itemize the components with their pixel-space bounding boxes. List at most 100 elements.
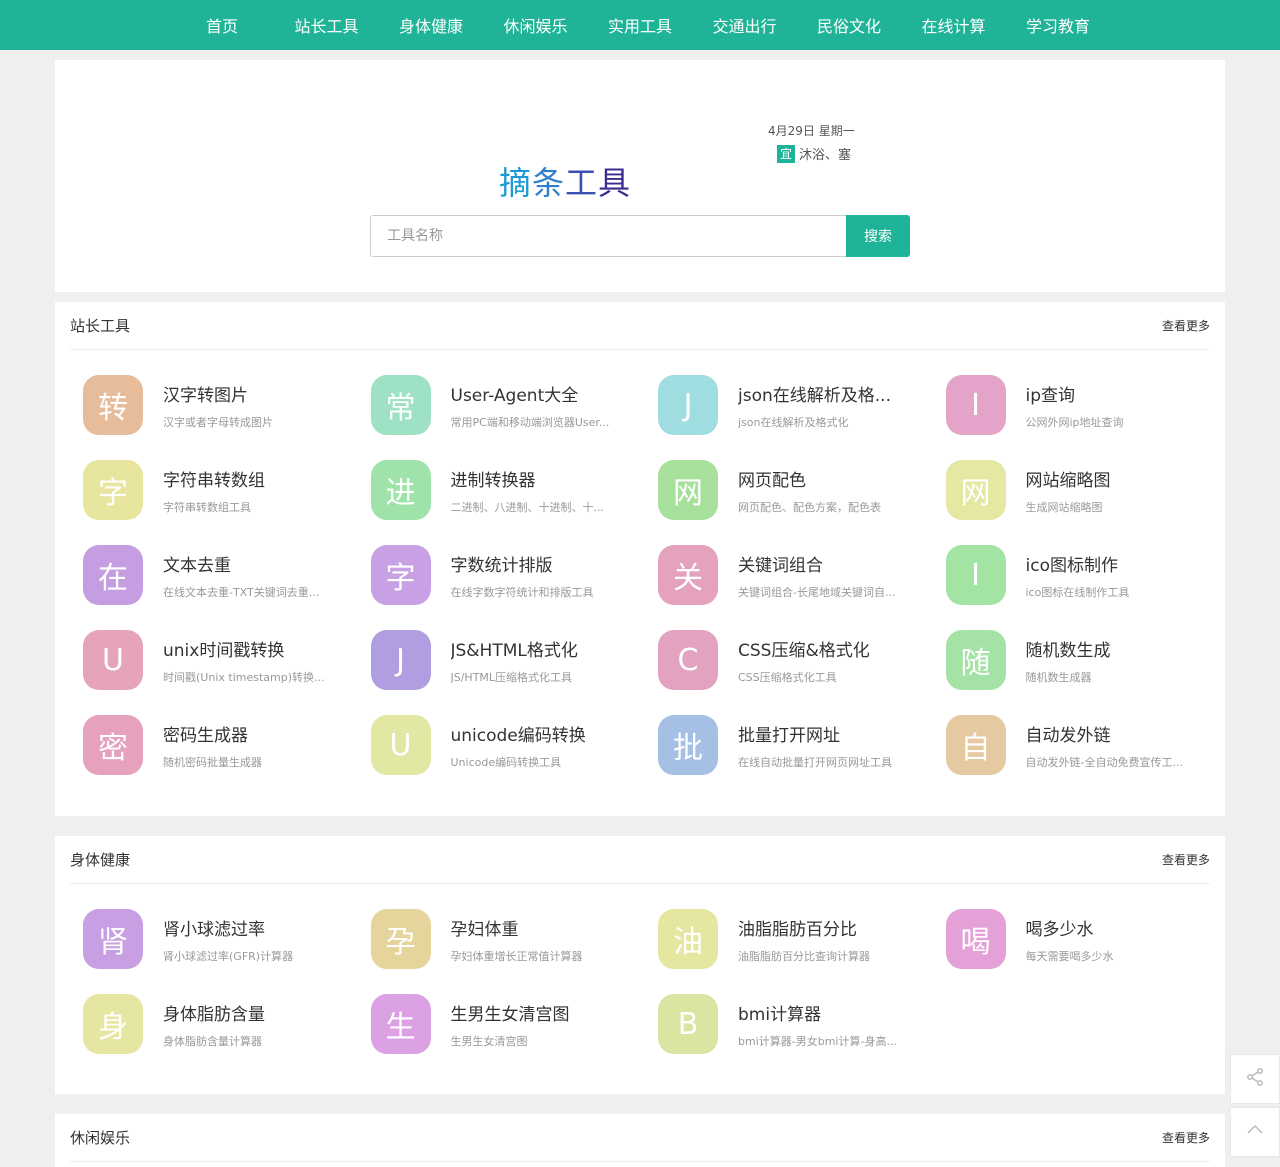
tool-card[interactable]: 在文本去重 在线文本去重-TXT关键词去重... — [83, 545, 371, 605]
chevron-up-icon — [1245, 1120, 1265, 1144]
tool-card[interactable]: 自自动发外链 自动发外链-全自动免费宣传工... — [945, 715, 1234, 775]
search-button[interactable]: 搜索 — [846, 215, 910, 257]
tool-card[interactable]: Iip查询 公网外网ip地址查询 — [945, 375, 1234, 435]
tool-card[interactable]: 网网站缩略图 生成网站缩略图 — [945, 460, 1234, 520]
tool-card[interactable]: 肾肾小球滤过率 肾小球滤过率(GFR)计算器 — [83, 909, 371, 969]
tool-description: 常用PC端和移动端浏览器User... — [450, 415, 610, 429]
tool-text: 字符串转数组字符串转数组工具 — [163, 466, 353, 515]
logo-char: 具 — [598, 164, 632, 202]
nav-item-utility[interactable]: 实用工具 — [588, 13, 693, 37]
tool-description: 关键词组合-长尾地域关键词自... — [738, 585, 896, 599]
tool-icon: 喝 — [945, 909, 1006, 969]
view-more-link[interactable]: 查看更多 — [1162, 1129, 1210, 1146]
tool-name: JS&HTML格式化 — [450, 640, 578, 661]
tool-name: ip查询 — [1025, 385, 1076, 406]
tool-card[interactable]: Iico图标制作 ico图标在线制作工具 — [945, 545, 1234, 605]
tool-name: 密码生成器 — [163, 725, 248, 746]
tool-name: 生男生女清宫图 — [450, 1004, 570, 1025]
nav-item-home[interactable]: 首页 — [170, 13, 275, 37]
tool-icon: 身 — [83, 994, 143, 1054]
tool-text: User-Agent大全常用PC端和移动端浏览器User... — [451, 381, 641, 430]
nav-item-webmaster-tools[interactable]: 站长工具 — [274, 13, 379, 37]
tool-card[interactable]: 生生男生女清宫图 生男生女清宫图 — [370, 994, 659, 1054]
tool-description: 在线自动批量打开网页网址工具 — [738, 755, 892, 769]
tool-card[interactable]: 喝喝多少水 每天需要喝多少水 — [945, 909, 1234, 969]
site-logo[interactable]: 摘条工具 — [499, 158, 631, 204]
tool-card[interactable]: C CSS压缩&格式化 CSS压缩格式化工具 — [658, 630, 946, 690]
tool-text: 网站缩略图 生成网站缩略图 — [1026, 466, 1216, 515]
tool-card[interactable]: 转汉字转图片汉字或者字母转成图片 — [83, 375, 371, 435]
tool-icon: 字 — [370, 545, 431, 605]
tool-card[interactable]: 字字符串转数组 字符串转数组工具 — [83, 460, 371, 520]
tool-text: 随机数生成 随机数生成器 — [1026, 636, 1216, 685]
tool-name: 喝多少水 — [1025, 919, 1094, 940]
section-title: 身体健康 — [70, 851, 131, 869]
tool-card[interactable]: Uunix时间戳转换 时间戳(Unix timestamp)转换... — [83, 630, 371, 690]
tool-name: 批量打开网址 — [738, 725, 840, 746]
section-title: 休闲娱乐 — [70, 1129, 131, 1147]
tool-description: 随机密码批量生成器 — [163, 755, 262, 769]
nav-item-education[interactable]: 学习教育 — [1006, 13, 1111, 37]
tool-text: 批量打开网址在线自动批量打开网页网址工具 — [738, 721, 928, 770]
section-webmaster-tools: 站长工具 查看更多 转汉字转图片 汉字或者字母转成图片常 User-Agent大全常… — [55, 302, 1225, 816]
tool-card[interactable]: 网网页配色 网页配色、配色方案，配色表 — [658, 460, 946, 520]
tool-card[interactable]: 关关键词组合 关键词组合-长尾地域关键词自... — [658, 545, 946, 605]
tool-icon: 转 — [83, 375, 143, 435]
nav-item-leisure[interactable]: 休闲娱乐 — [483, 13, 588, 37]
tool-name: 字符串转数组 — [163, 470, 265, 491]
tool-description: 身体脂肪含量计算器 — [163, 1034, 262, 1048]
tool-card[interactable]: 密密码生成器随机密码批量生成器 — [83, 715, 371, 775]
tool-text: 肾小球滤过率 肾小球滤过率(GFR)计算器 — [163, 915, 353, 964]
tool-card[interactable]: 身身体脂肪含量 身体脂肪含量计算器 — [83, 994, 371, 1054]
search-input[interactable] — [370, 215, 846, 257]
tool-description: 生成网站缩略图 — [1025, 500, 1103, 514]
share-button[interactable] — [1230, 1054, 1280, 1104]
tool-card[interactable]: 字字数统计排版 在线字数字符统计和排版工具 — [370, 545, 659, 605]
tool-description: 在线字数字符统计和排版工具 — [450, 585, 594, 599]
tool-grid: 肾肾小球滤过率 肾小球滤过率(GFR)计算器孕孕妇体重 孕妇体重增长正常值计算器油油… — [55, 884, 1225, 1054]
back-to-top-button[interactable] — [1230, 1107, 1280, 1157]
nav-item-transport[interactable]: 交通出行 — [692, 13, 797, 37]
tool-text: json在线解析及格... json在线解析及格式化 — [738, 381, 928, 430]
tool-icon: 在 — [83, 545, 143, 605]
logo-char: 工 — [565, 164, 599, 202]
yi-text: 沐浴、塞 — [799, 148, 852, 163]
section-health: 身体健康 查看更多 肾肾小球滤过率 肾小球滤过率(GFR)计算器孕孕妇体重 孕妇体重… — [55, 836, 1225, 1094]
tool-card[interactable]: 进进制转换器 二进制、八进制、十进制、十... — [370, 460, 659, 520]
hero-panel: 摘条工具 4月29日 星期一 宜 沐浴、塞 搜索 — [55, 60, 1225, 292]
view-more-link[interactable]: 查看更多 — [1162, 851, 1210, 868]
tool-text: 孕妇体重 孕妇体重增长正常值计算器 — [451, 915, 641, 964]
tool-name: 随机数生成 — [1025, 640, 1111, 661]
tool-card[interactable]: 常 User-Agent大全 常用PC端和移动端浏览器User... — [370, 375, 659, 435]
tool-name: 汉字转图片 — [163, 385, 248, 406]
tool-description: json在线解析及格式化 — [738, 415, 849, 429]
tool-card[interactable]: 孕孕妇体重 孕妇体重增长正常值计算器 — [370, 909, 659, 969]
tool-card[interactable]: 随随机数生成 随机数生成器 — [945, 630, 1234, 690]
view-more-link[interactable]: 查看更多 — [1162, 317, 1210, 334]
tool-icon: 密 — [83, 715, 143, 775]
tool-card[interactable]: Jjson在线解析及格... json在线解析及格式化 — [658, 375, 946, 435]
tool-text: 喝多少水 每天需要喝多少水 — [1026, 915, 1216, 964]
tool-description: 时间戳(Unix timestamp)转换... — [163, 670, 325, 684]
tool-card[interactable]: Bbmi计算器 bmi计算器-男女bmi计算-身高... — [658, 994, 946, 1054]
top-navigation: 首页 站长工具 身体健康 休闲娱乐 实用工具 交通出行 民俗文化 在线计算 学习… — [0, 0, 1280, 50]
tool-card[interactable]: 批批量打开网址 在线自动批量打开网页网址工具 — [658, 715, 946, 775]
nav-item-folk-culture[interactable]: 民俗文化 — [797, 13, 902, 37]
tool-card[interactable]: Uunicode编码转换 Unicode编码转换工具 — [370, 715, 659, 775]
tool-description: 汉字或者字母转成图片 — [163, 415, 273, 429]
logo-char: 条 — [532, 164, 566, 202]
tool-description: 自动发外链-全自动免费宣传工... — [1025, 755, 1183, 769]
tool-description: JS/HTML压缩格式化工具 — [450, 670, 573, 684]
tool-text: 进制转换器 二进制、八进制、十进制、十... — [451, 466, 641, 515]
nav-item-online-calc[interactable]: 在线计算 — [901, 13, 1006, 37]
tool-name: 进制转换器 — [450, 470, 536, 491]
logo-char: 摘 — [499, 164, 533, 202]
tool-card[interactable]: J JS&HTML格式化 JS/HTML压缩格式化工具 — [370, 630, 659, 690]
tool-name: User-Agent大全 — [450, 385, 579, 406]
tool-icon: 孕 — [370, 909, 431, 969]
tool-description: 字符串转数组工具 — [163, 500, 251, 514]
tool-text: 油脂脂肪百分比 油脂脂肪百分比查询计算器 — [738, 915, 928, 964]
tool-description: CSS压缩格式化工具 — [738, 670, 837, 684]
nav-item-health[interactable]: 身体健康 — [379, 13, 484, 37]
tool-card[interactable]: 油油脂脂肪百分比 油脂脂肪百分比查询计算器 — [658, 909, 946, 969]
